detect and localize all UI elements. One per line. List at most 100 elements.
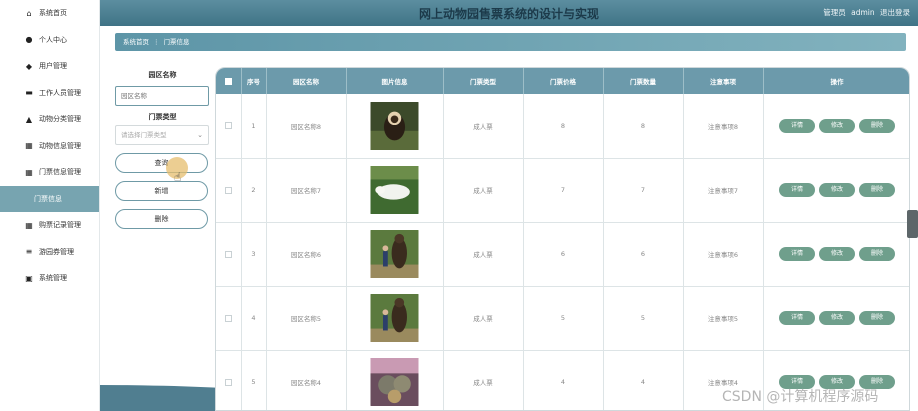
sidebar-item-label: 动物信息管理 [39, 141, 81, 150]
ticket-image [370, 230, 419, 278]
ticket-note: 注意事项6 [683, 222, 764, 287]
edit-button[interactable]: 修改 [819, 247, 855, 261]
sidebar-item-10[interactable]: ▣ 系统管理 [0, 265, 99, 292]
sidebar-item-label: 用户管理 [39, 62, 67, 71]
detail-button[interactable]: 详情 [779, 183, 815, 197]
watermark: CSDN @计算机程序源码 [722, 389, 879, 405]
delete-button[interactable]: 删除 [859, 183, 895, 197]
ticket-quantity: 6 [603, 222, 684, 287]
table-row: 1 园区名称8 成人票 8 8 注意事项8 详情 修改 删除 [216, 94, 909, 159]
delete-button[interactable]: 删除 [859, 311, 895, 325]
table-row: 3 园区名称6 成人票 6 6 注意事项6 详情 修改 删除 [216, 222, 909, 287]
batch-delete-button[interactable]: 删除 [115, 209, 208, 229]
zone-name: 园区名称7 [266, 158, 347, 223]
thumb-icon: ▲ [25, 114, 33, 124]
sidebar-item-label: 购票记录管理 [39, 221, 81, 230]
delete-button[interactable]: 删除 [859, 118, 895, 133]
sidebar-item-6[interactable]: ▦ 门票信息管理 [0, 159, 99, 186]
grid-icon: ▦ [25, 167, 33, 177]
sidebar-item-label: 工作人员管理 [39, 88, 81, 97]
sidebar-item-2[interactable]: ◆ 用户管理 [0, 53, 99, 80]
sidebar-item-label: 门票信息管理 [39, 168, 81, 177]
sidebar-item-label: 动物分类管理 [39, 115, 81, 124]
ticket-table: 序号 园区名称 图片信息 门票类型 门票价格 门票数量 注意事项 操作 1 园区名称8 成人票 8 8… [216, 68, 909, 410]
username: admin [851, 8, 875, 17]
ticket-type: 成人票 [443, 94, 524, 159]
table-row: 4 园区名称5 成人票 5 5 注意事项5 详情 修改 删除 [216, 286, 909, 351]
column-header: 序号 [241, 68, 267, 94]
sidebar-item-7[interactable]: 门票信息 [0, 185, 99, 212]
column-header: 门票类型 [443, 68, 524, 94]
row-checkbox[interactable] [224, 250, 232, 258]
edit-button[interactable]: 修改 [819, 311, 855, 325]
column-header: 门票价格 [523, 68, 604, 94]
row-checkbox-cell [216, 158, 242, 223]
ticket-image [370, 166, 419, 214]
row-checkbox[interactable] [224, 314, 232, 322]
column-header: 图片信息 [346, 68, 444, 94]
sidebar-item-9[interactable]: ≡ 游园券管理 [0, 239, 99, 266]
row-checkbox[interactable] [224, 186, 232, 194]
ticket-quantity: 5 [603, 286, 684, 351]
table-header-row: 序号 园区名称 图片信息 门票类型 门票价格 门票数量 注意事项 操作 [216, 68, 909, 94]
query-button[interactable]: 查询 [115, 153, 208, 173]
image-cell [346, 94, 444, 159]
zone-name-label: 园区名称 [148, 71, 177, 79]
sidebar-item-5[interactable]: ▦ 动物信息管理 [0, 133, 99, 160]
top-header: 网上动物园售票系统的设计与实现 管理员 admin 退出登录 [100, 0, 918, 26]
person-icon: ● [25, 35, 33, 45]
add-button[interactable]: 新增 [115, 181, 208, 201]
sidebar-item-0[interactable]: ⌂ 系统首页 [0, 0, 99, 27]
ticket-type-select[interactable]: 请选择门票类型 ⌄ [115, 125, 209, 145]
actions-cell: 详情 修改 删除 [763, 286, 909, 351]
ticket-note: 注意事项8 [683, 94, 764, 159]
grid-icon: ▦ [25, 220, 33, 230]
column-header: 门票数量 [603, 68, 684, 94]
logout-link[interactable]: 退出登录 [880, 8, 910, 17]
sidebar-item-4[interactable]: ▲ 动物分类管理 [0, 106, 99, 133]
select-all-checkbox[interactable] [224, 77, 232, 85]
ticket-quantity: 4 [603, 350, 684, 410]
image-cell [346, 158, 444, 223]
edit-button[interactable]: 修改 [819, 183, 855, 197]
detail-button[interactable]: 详情 [779, 118, 815, 133]
row-checkbox-cell [216, 94, 242, 159]
ticket-image [370, 294, 419, 342]
row-checkbox-cell [216, 286, 242, 351]
ticket-type: 成人票 [443, 158, 524, 223]
table-row: 2 园区名称7 成人票 7 7 注意事项7 详情 修改 删除 [216, 158, 909, 223]
row-checkbox-cell [216, 222, 242, 287]
zone-name: 园区名称4 [266, 350, 347, 410]
user-role: 管理员 [823, 8, 846, 17]
edit-button[interactable]: 修改 [819, 118, 855, 133]
sidebar-item-label: 系统首页 [39, 9, 67, 18]
actions-cell: 详情 修改 删除 [763, 94, 909, 159]
detail-button[interactable]: 详情 [779, 311, 815, 325]
detail-button[interactable]: 详情 [779, 247, 815, 261]
sidebar-item-1[interactable]: ● 个人中心 [0, 27, 99, 54]
ticket-type-placeholder: 请选择门票类型 [121, 131, 167, 139]
ticket-image [370, 358, 419, 406]
ticket-type: 成人票 [443, 286, 524, 351]
breadcrumb-home[interactable]: 系统首页 [123, 38, 149, 46]
sidebar-item-3[interactable]: ▬ 工作人员管理 [0, 80, 99, 107]
ticket-quantity: 8 [603, 94, 684, 159]
sidebar-item-8[interactable]: ▦ 购票记录管理 [0, 212, 99, 239]
search-panel: 园区名称 门票类型 请选择门票类型 ⌄ 查询 新增 删除 [115, 70, 210, 229]
ticket-note: 注意事项5 [683, 286, 764, 351]
zone-name-input[interactable] [115, 86, 209, 106]
sidebar: ⌂ 系统首页 ● 个人中心 ◆ 用户管理 ▬ 工作人员管理 ▲ 动物分类管理 ▦ 动物信息管理 ▦ 门票信… [0, 0, 100, 411]
sidebar-item-label: 游园券管理 [39, 247, 74, 256]
row-index: 1 [241, 94, 267, 159]
zone-name: 园区名称6 [266, 222, 347, 287]
breadcrumb-current: 门票信息 [163, 38, 190, 46]
delete-button[interactable]: 删除 [859, 247, 895, 261]
column-header: 操作 [763, 68, 909, 94]
row-checkbox[interactable] [224, 122, 232, 130]
image-cell [346, 350, 444, 410]
clipboard-icon: ▣ [25, 273, 33, 283]
scrollbar-thumb[interactable] [907, 210, 918, 238]
row-checkbox[interactable] [224, 378, 232, 386]
column-header: 园区名称 [266, 68, 347, 94]
ticket-price: 8 [523, 94, 604, 159]
